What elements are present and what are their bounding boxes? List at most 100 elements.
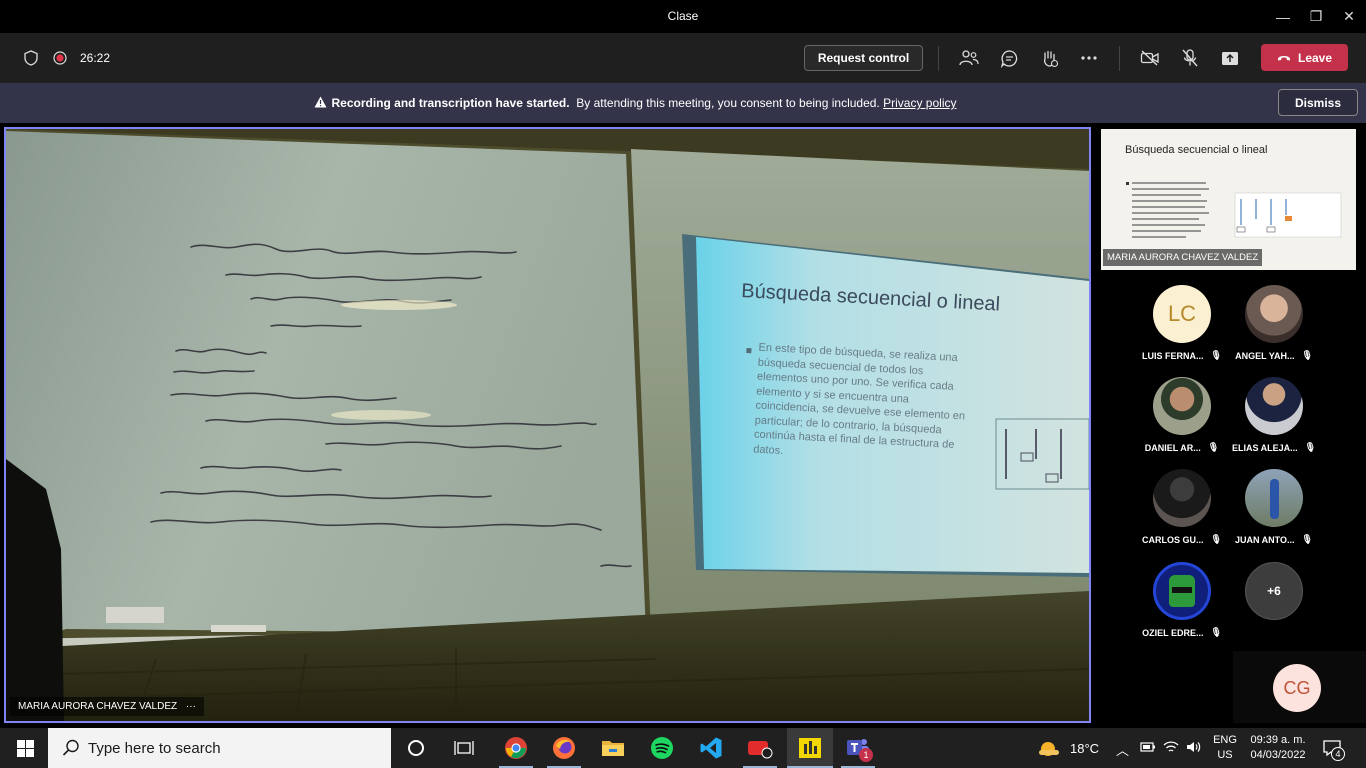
participant-tile[interactable]: DANIEL AR... 🎙 (1137, 377, 1227, 453)
wifi-icon[interactable] (1163, 740, 1179, 757)
pip-presenter-name: MARIA AURORA CHAVEZ VALDEZ (1103, 249, 1263, 266)
spotify-icon (651, 737, 673, 759)
participant-tile[interactable]: CARLOS GU... 🎙 (1137, 469, 1227, 545)
chat-icon[interactable] (998, 47, 1020, 69)
file-explorer-taskbar-button[interactable] (590, 728, 636, 768)
people-icon[interactable] (958, 47, 980, 69)
firefox-taskbar-button[interactable] (541, 728, 587, 768)
shared-content-preview[interactable]: Búsqueda secuencial o lineal MARIA AUROR… (1101, 129, 1356, 270)
leave-label: Leave (1297, 50, 1333, 65)
maximize-icon: ❐ (1309, 8, 1323, 24)
toolbar-divider (1119, 46, 1120, 71)
avatar (1153, 377, 1211, 435)
minimize-button[interactable]: — (1266, 0, 1300, 33)
search-placeholder: Type here to search (88, 739, 221, 757)
video-app-icon (748, 741, 773, 759)
mic-muted-icon: 🎙 (1304, 442, 1317, 452)
mic-muted-icon: 🎙 (1207, 442, 1220, 452)
mic-muted-icon: 🎙 (1301, 350, 1313, 360)
classroom-video: Búsqueda secuencial o lineal En este tip… (6, 129, 1089, 721)
recording-icon (50, 48, 70, 68)
windows-taskbar: Type here to search 1 18°C ︿ ENG US 09:3… (0, 728, 1366, 768)
main-video-stage[interactable]: Búsqueda secuencial o lineal En este tip… (4, 127, 1091, 723)
participant-tile[interactable]: OZIEL EDRE... 🎙 (1137, 562, 1227, 638)
windows-logo-icon (16, 739, 34, 757)
search-icon (62, 739, 79, 756)
task-view-button[interactable] (441, 728, 487, 768)
participant-name: ELIAS ALEJA... (1231, 442, 1298, 453)
maximize-button[interactable]: ❐ (1299, 0, 1333, 33)
volume-icon[interactable] (1186, 740, 1202, 757)
chrome-taskbar-button[interactable] (493, 728, 539, 768)
more-options-icon[interactable] (1078, 47, 1100, 69)
weather-temperature[interactable]: 18°C (1070, 741, 1099, 756)
banner-text: By attending this meeting, you consent t… (576, 96, 880, 110)
participant-name: CARLOS GU... (1142, 534, 1204, 545)
presenter-more-icon[interactable]: ··· (186, 701, 196, 712)
mic-muted-icon: 🎙 (1210, 350, 1222, 360)
spotify-taskbar-button[interactable] (639, 728, 685, 768)
powerpoint-viewer-taskbar-button[interactable] (787, 728, 833, 768)
shield-icon[interactable] (21, 48, 41, 68)
participant-name: LUIS FERNA... (1142, 350, 1204, 361)
avatar-initials: LC (1167, 301, 1197, 326)
avatar (1245, 285, 1303, 343)
avatar (1153, 469, 1211, 527)
teams-taskbar-button[interactable]: 1 (835, 728, 881, 768)
participant-name: ANGEL YAH... (1235, 350, 1295, 361)
raise-hand-icon[interactable] (1038, 47, 1060, 69)
cortana-button[interactable] (393, 728, 439, 768)
firefox-icon (553, 737, 575, 759)
window-title: Clase (667, 9, 699, 23)
weather-icon[interactable] (1038, 739, 1060, 757)
participant-name: DANIEL AR... (1144, 442, 1201, 453)
region-code: US (1217, 749, 1233, 761)
privacy-policy-link[interactable]: Privacy policy (883, 96, 956, 110)
presenter-name: MARIA AURORA CHAVEZ VALDEZ (18, 701, 178, 712)
self-view[interactable]: CG (1233, 651, 1366, 723)
avatar: LC (1153, 285, 1211, 343)
phone-hangup-icon (1277, 55, 1290, 60)
overflow-count: +6 (1267, 584, 1281, 598)
video-app-taskbar-button[interactable] (737, 728, 783, 768)
clock-date: 04/03/2022 (1250, 749, 1306, 761)
more-participants-tile[interactable]: +6 (1229, 562, 1319, 620)
mic-off-icon[interactable] (1179, 47, 1201, 69)
participant-tile[interactable]: LC LUIS FERNA... 🎙 (1137, 285, 1227, 361)
notification-center-button[interactable]: 4 (1322, 739, 1345, 761)
participant-tile[interactable]: ANGEL YAH... 🎙 (1229, 285, 1319, 361)
folder-icon (602, 741, 624, 756)
participant-tile[interactable]: JUAN ANTO... 🎙 (1229, 469, 1319, 545)
start-button[interactable] (2, 728, 48, 768)
camera-off-icon[interactable] (1139, 47, 1161, 69)
vscode-icon (700, 737, 722, 759)
close-icon: ✕ (1343, 8, 1355, 24)
avatar (1245, 469, 1303, 527)
presentation-app-icon (799, 738, 821, 758)
language-code: ENG (1213, 734, 1237, 746)
dismiss-button[interactable]: Dismiss (1278, 89, 1358, 116)
meeting-toolbar: 26:22 Request control Leave (0, 33, 1366, 83)
recording-banner: Recording and transcription have started… (0, 83, 1366, 123)
battery-icon[interactable] (1140, 740, 1156, 757)
request-control-button[interactable]: Request control (804, 45, 923, 71)
share-screen-icon[interactable] (1219, 47, 1241, 69)
notification-count: 4 (1331, 747, 1345, 761)
mic-muted-icon: 🎙 (1301, 534, 1313, 544)
banner-bold-text: Recording and transcription have started… (331, 96, 570, 110)
taskbar-search[interactable]: Type here to search (48, 728, 391, 768)
chrome-icon (505, 737, 527, 759)
projected-slide-body: En este tipo de búsqueda, se realiza una… (752, 341, 966, 457)
avatar (1245, 377, 1303, 435)
vscode-taskbar-button[interactable] (688, 728, 734, 768)
task-view-icon (454, 741, 474, 755)
input-language[interactable]: ENG US (1213, 733, 1237, 763)
overflow-avatar: +6 (1245, 562, 1303, 620)
chevron-up-icon[interactable]: ︿ (1116, 740, 1129, 759)
leave-button[interactable]: Leave (1261, 44, 1348, 71)
clock-time: 09:39 a. m. (1250, 734, 1306, 746)
participant-tile[interactable]: ELIAS ALEJA... 🎙 (1229, 377, 1319, 453)
system-clock[interactable]: 09:39 a. m. 04/03/2022 (1246, 733, 1310, 763)
close-window-button[interactable]: ✕ (1332, 0, 1366, 33)
cortana-icon (408, 740, 424, 756)
